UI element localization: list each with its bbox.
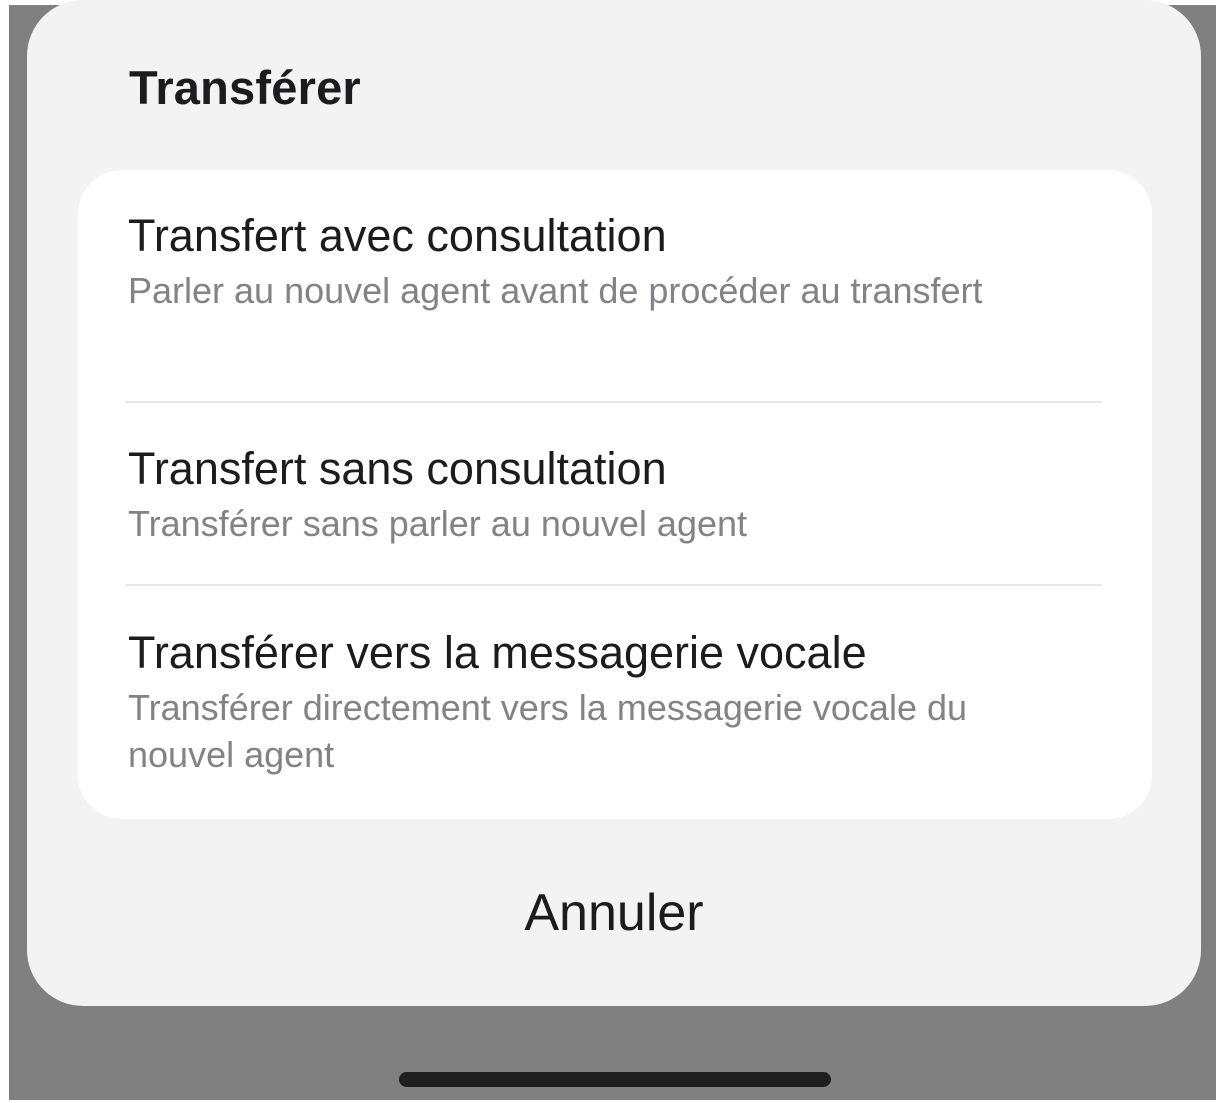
option-description: Parler au nouvel agent avant de procéder… [128,270,983,311]
option-title: Transfert avec consultation [128,210,667,261]
option-description: Transférer directement vers la messageri… [128,687,968,775]
option-blind-transfer[interactable]: Transfert sans consultation Transférer s… [128,441,1102,547]
option-warm-transfer[interactable]: Transfert avec consultation Parler au no… [128,208,1102,314]
cancel-button[interactable]: Annuler [27,878,1201,948]
option-voicemail-transfer[interactable]: Transférer vers la messagerie vocale Tra… [128,625,1102,778]
transfer-options-card: Transfert avec consultation Parler au no… [78,170,1152,819]
divider [125,584,1102,586]
divider [125,401,1102,403]
home-indicator[interactable] [399,1072,831,1087]
transfer-action-sheet: Transférer Transfert avec consultation P… [27,0,1201,1006]
screen-edge-left [0,0,9,1103]
option-title: Transférer vers la messagerie vocale [128,627,867,678]
sheet-title: Transférer [129,61,361,114]
option-description: Transférer sans parler au nouvel agent [128,503,748,544]
option-title: Transfert sans consultation [128,443,667,494]
